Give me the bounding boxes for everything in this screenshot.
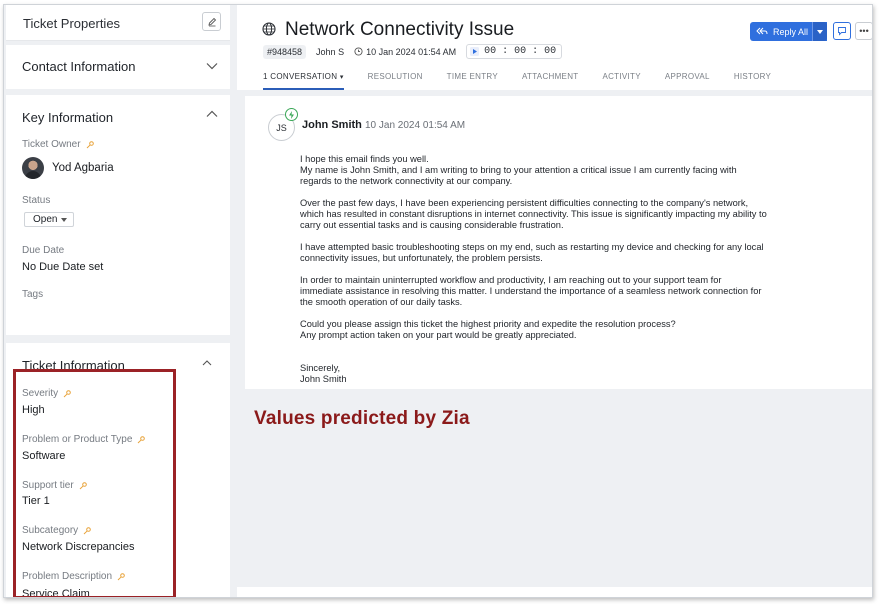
edit-properties-button[interactable] (202, 12, 221, 31)
message-paragraph: Could you please assign this ticket the … (300, 319, 676, 340)
ticket-tabs: 1 CONVERSATION ▾ RESOLUTION TIME ENTRY A… (263, 72, 795, 90)
key-information-section: Key Information Ticket Owner Yod Agbaria… (6, 95, 230, 335)
zia-prediction-highlight (13, 369, 176, 597)
contact-information-section[interactable]: Contact Information (6, 45, 230, 89)
properties-header: Ticket Properties (6, 5, 230, 41)
channel-badge (285, 108, 298, 121)
more-options-button[interactable]: ••• (855, 22, 872, 40)
reply-all-icon (756, 27, 768, 35)
ticket-assignee[interactable]: John S (316, 47, 344, 57)
chevron-down-icon: ▾ (339, 74, 344, 81)
owner-avatar (22, 157, 44, 179)
app-frame: Ticket Properties Contact Information Ke… (3, 4, 873, 598)
tab-attachment[interactable]: ATTACHMENT (522, 72, 578, 90)
ticket-properties-panel: Ticket Properties Contact Information Ke… (4, 5, 232, 597)
message-paragraph: In order to maintain uninterrupted workf… (300, 275, 762, 307)
tab-history[interactable]: HISTORY (734, 72, 771, 90)
message-body: I hope this email finds you well. My nam… (300, 154, 820, 396)
ticket-id[interactable]: #948458 (263, 44, 307, 59)
zia-annotation: Values predicted by Zia (254, 408, 470, 429)
comment-icon (838, 27, 846, 36)
key-section-title: Key Information (22, 110, 114, 125)
created-time: 10 Jan 2024 01:54 AM (354, 47, 456, 57)
chevron-down-icon[interactable] (206, 62, 218, 70)
properties-title: Ticket Properties (23, 16, 121, 31)
chevron-up-icon[interactable] (202, 360, 212, 366)
tab-resolution[interactable]: RESOLUTION (368, 72, 423, 90)
lightning-icon (289, 110, 294, 119)
message-paragraph: I have attempted basic troubleshooting s… (300, 242, 764, 263)
status-value: Open (33, 214, 58, 225)
conversation-thread: JS John Smith 10 Jan 2024 01:54 AM I hop… (245, 96, 872, 389)
message-paragraph: Over the past few days, I have been expe… (300, 198, 767, 230)
caret-down-icon (817, 29, 823, 34)
due-date-label: Due Date (22, 245, 65, 256)
tab-activity[interactable]: ACTIVITY (602, 72, 640, 90)
play-icon[interactable] (470, 47, 480, 56)
ticket-meta: #948458 John S 10 Jan 2024 01:54 AM 00 :… (263, 44, 563, 59)
tab-approval[interactable]: APPROVAL (665, 72, 710, 90)
chevron-up-icon[interactable] (206, 110, 218, 118)
tags-label: Tags (22, 289, 44, 300)
comment-button[interactable] (833, 22, 851, 40)
ticket-title: Network Connectivity Issue (285, 19, 515, 40)
ticket-owner-label: Ticket Owner (22, 139, 94, 150)
status-dropdown[interactable]: Open (24, 212, 74, 227)
bottom-strip (237, 587, 872, 597)
message-signoff: Sincerely, John Smith (300, 363, 347, 384)
sender-name[interactable]: John Smith (302, 119, 362, 131)
pencil-icon (207, 17, 216, 26)
ticket-timer[interactable]: 00 : 00 : 00 (466, 44, 563, 59)
message-paragraph: I hope this email finds you well. My nam… (300, 154, 737, 186)
zia-key-icon (86, 140, 94, 148)
ticket-header: Network Connectivity Issue #948458 John … (237, 5, 872, 90)
globe-icon (262, 22, 276, 36)
due-date-value[interactable]: No Due Date set (22, 261, 103, 273)
ticket-detail: Network Connectivity Issue #948458 John … (237, 5, 872, 597)
sent-time: 10 Jan 2024 01:54 AM (365, 120, 466, 131)
caret-down-icon (61, 217, 68, 222)
contact-section-title: Contact Information (22, 59, 136, 74)
reply-options-button[interactable] (812, 22, 827, 41)
tab-conversation[interactable]: 1 CONVERSATION ▾ (263, 72, 344, 90)
status-label: Status (22, 195, 51, 206)
more-icon: ••• (859, 26, 869, 36)
ticket-owner-name[interactable]: Yod Agbaria (52, 162, 114, 174)
clock-icon (354, 47, 363, 56)
tab-time-entry[interactable]: TIME ENTRY (447, 72, 498, 90)
